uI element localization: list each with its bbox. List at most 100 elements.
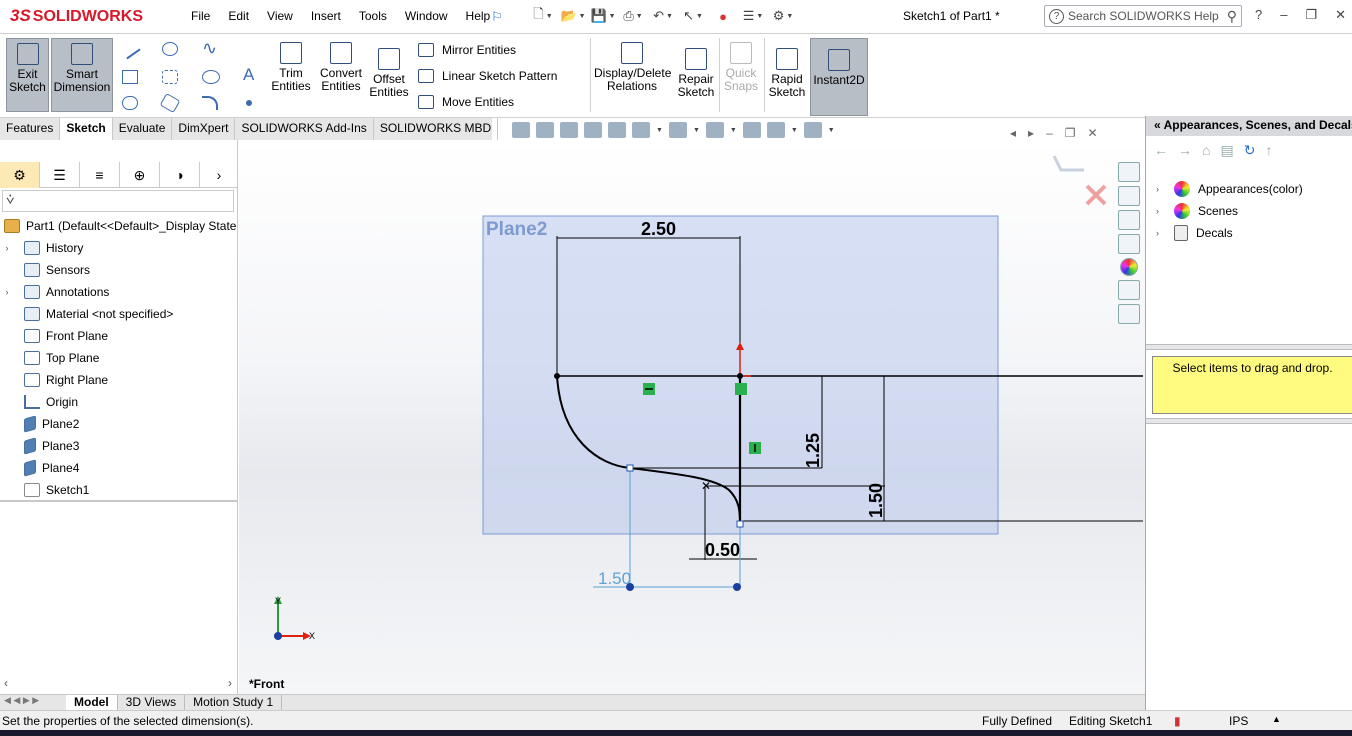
menu-window[interactable]: Window [396, 9, 457, 23]
zoom-to-area-icon[interactable] [536, 122, 554, 138]
tree-item-right-plane[interactable]: Right Plane [0, 369, 238, 391]
tree-item-plane2[interactable]: Plane2 [0, 413, 238, 435]
options-gear-icon[interactable]: ⚙ ▼ [770, 6, 796, 26]
menu-file[interactable]: File [182, 9, 219, 23]
tab-features[interactable]: Features [0, 118, 61, 140]
back-icon[interactable]: ← [1154, 142, 1168, 159]
polygon-tool-icon[interactable] [159, 92, 181, 114]
instant2d-button[interactable]: Instant2D [810, 38, 868, 116]
tree-item-plane3[interactable]: Plane3 [0, 435, 238, 457]
dimension-handle-right[interactable] [733, 583, 741, 591]
refresh-icon[interactable]: ↻ [1244, 142, 1256, 159]
smart-dimension-button[interactable]: Smart Dimension [51, 38, 113, 112]
apply-scene-icon[interactable] [766, 122, 785, 138]
pane-splitter[interactable] [1146, 344, 1352, 350]
unit-system[interactable]: IPS [1229, 714, 1248, 728]
hide-show-items-icon[interactable] [705, 122, 724, 138]
linear-sketch-pattern-button[interactable]: Linear Sketch Pattern [418, 69, 557, 83]
tree-filter[interactable]: ⩒ [2, 190, 234, 212]
tree-item-plane4[interactable]: Plane4 [0, 457, 238, 479]
display-style-icon[interactable] [668, 122, 687, 138]
tree-horizontal-scrollbar[interactable]: ‹ › [0, 676, 238, 692]
convert-entities-button[interactable]: Convert Entities [318, 42, 364, 93]
save-icon[interactable]: 💾 ▼ [590, 6, 616, 26]
ellipse-tool-icon[interactable] [202, 70, 220, 84]
exit-sketch-button[interactable]: Exit Sketch [6, 38, 49, 112]
solidworks-logo[interactable]: 3S SOLIDWORKS [10, 6, 143, 26]
collapse-panel-icon[interactable]: « [1154, 118, 1161, 132]
tree-item-front-plane[interactable]: Front Plane [0, 325, 238, 347]
tab-motion-study[interactable]: Motion Study 1 [185, 695, 283, 710]
unit-system-dropdown-icon[interactable]: ▲ [1272, 714, 1281, 724]
sketch-endpoint[interactable] [554, 373, 560, 379]
tree-item-origin[interactable]: Origin [0, 391, 238, 413]
quick-snaps-button[interactable]: Quick Snaps [722, 42, 760, 93]
fillet-tool-icon[interactable] [202, 96, 218, 110]
feature-manager-tab-icon[interactable]: ⚙ [0, 162, 40, 188]
tree-root-part[interactable]: Part1 (Default<<Default>_Display State [0, 215, 238, 237]
line-tool-icon[interactable] [119, 38, 141, 60]
dimension-value[interactable]: 1.25 [803, 433, 823, 468]
viewport-next-icon[interactable]: ▸ [1028, 126, 1034, 140]
dynamic-annotation-icon[interactable] [608, 122, 626, 138]
dimension-value[interactable]: 1.50 [866, 483, 886, 518]
design-library-icon[interactable] [1118, 186, 1140, 206]
menu-edit[interactable]: Edit [219, 9, 258, 23]
sketch-canvas[interactable]: Plane2 ✕ 2.50 1.25 1.50 0.50 1.50 Y X *F… [239, 140, 1145, 694]
dimension-value[interactable]: 2.50 [641, 219, 676, 239]
property-manager-tab-icon[interactable]: ☰ [40, 162, 80, 188]
rebuild-icon[interactable]: ● [710, 6, 736, 26]
view-orientation-icon[interactable] [632, 122, 650, 138]
sketch-endpoint-selected[interactable] [736, 520, 744, 528]
menu-insert[interactable]: Insert [302, 9, 350, 23]
menu-view[interactable]: View [258, 9, 302, 23]
spline-control-point[interactable] [626, 464, 634, 472]
help-search-input[interactable]: Search SOLIDWORKS Help [1068, 9, 1219, 23]
coincident-relation-icon[interactable] [735, 383, 747, 395]
tab-sketch[interactable]: Sketch [60, 118, 113, 140]
more-tabs-chevron-icon[interactable]: › [200, 162, 238, 188]
file-properties-icon[interactable]: ☰ ▼ [740, 6, 766, 26]
file-explorer-icon[interactable] [1118, 210, 1140, 230]
tab-dimxpert[interactable]: DimXpert [172, 118, 236, 140]
move-entities-button[interactable]: Move Entities [418, 95, 514, 109]
sketch-origin-point[interactable] [737, 373, 743, 379]
restore-icon[interactable]: ❐ [1305, 7, 1317, 23]
view-palette-icon[interactable] [1118, 234, 1140, 254]
trim-entities-button[interactable]: Trim Entities [270, 42, 312, 93]
rapid-sketch-button[interactable]: Rapid Sketch [768, 48, 806, 99]
driven-dimension-value[interactable]: 1.50 [598, 569, 631, 588]
tree-item-top-plane[interactable]: Top Plane [0, 347, 238, 369]
dimension-value[interactable]: 0.50 [705, 540, 740, 560]
appearances-tab-icon[interactable] [1120, 258, 1138, 276]
tab-model[interactable]: Model [66, 695, 118, 710]
zoom-to-fit-icon[interactable] [512, 122, 530, 138]
text-tool-icon[interactable]: A [243, 66, 259, 83]
spline-point-marker[interactable]: ✕ [701, 479, 711, 493]
view-settings-icon[interactable] [803, 122, 822, 138]
mirror-entities-button[interactable]: Mirror Entities [418, 43, 516, 57]
dimxpert-manager-tab-icon[interactable]: ⊕ [120, 162, 160, 188]
confirm-sketch-icon[interactable] [1052, 155, 1084, 172]
close-icon[interactable]: ✕ [1335, 7, 1346, 23]
new-document-icon[interactable]: 🗋 ▼ [530, 6, 556, 26]
open-document-icon[interactable]: 📂 ▼ [560, 6, 586, 26]
rebuild-status-icon[interactable]: ▮ [1174, 714, 1181, 728]
print-icon[interactable]: ⎙ ▼ [620, 6, 646, 26]
viewport-close-icon[interactable]: ✕ [1088, 126, 1098, 140]
home-icon[interactable]: ⌂ [1202, 142, 1210, 159]
viewport-restore-icon[interactable]: ❐ [1065, 126, 1076, 140]
minimize-icon[interactable]: – [1280, 7, 1287, 23]
configuration-manager-tab-icon[interactable]: ≡ [80, 162, 120, 188]
tree-item-material[interactable]: Material <not specified> [0, 303, 238, 325]
pin-menu-icon[interactable]: ⚐ [491, 9, 503, 25]
help-dropdown-icon[interactable]: ? [1255, 7, 1262, 23]
display-manager-tab-icon[interactable]: ◑ [160, 162, 200, 188]
search-icon[interactable]: ⚲ [1227, 8, 1237, 25]
display-delete-relations-button[interactable]: Display/Delete Relations [594, 42, 671, 93]
rectangle-tool-icon[interactable] [122, 70, 138, 84]
select-icon[interactable]: ↖ ▼ [680, 6, 706, 26]
custom-properties-icon[interactable] [1118, 280, 1140, 300]
tab-evaluate[interactable]: Evaluate [113, 118, 173, 140]
tree-item-sketch1[interactable]: Sketch1 [0, 479, 238, 501]
